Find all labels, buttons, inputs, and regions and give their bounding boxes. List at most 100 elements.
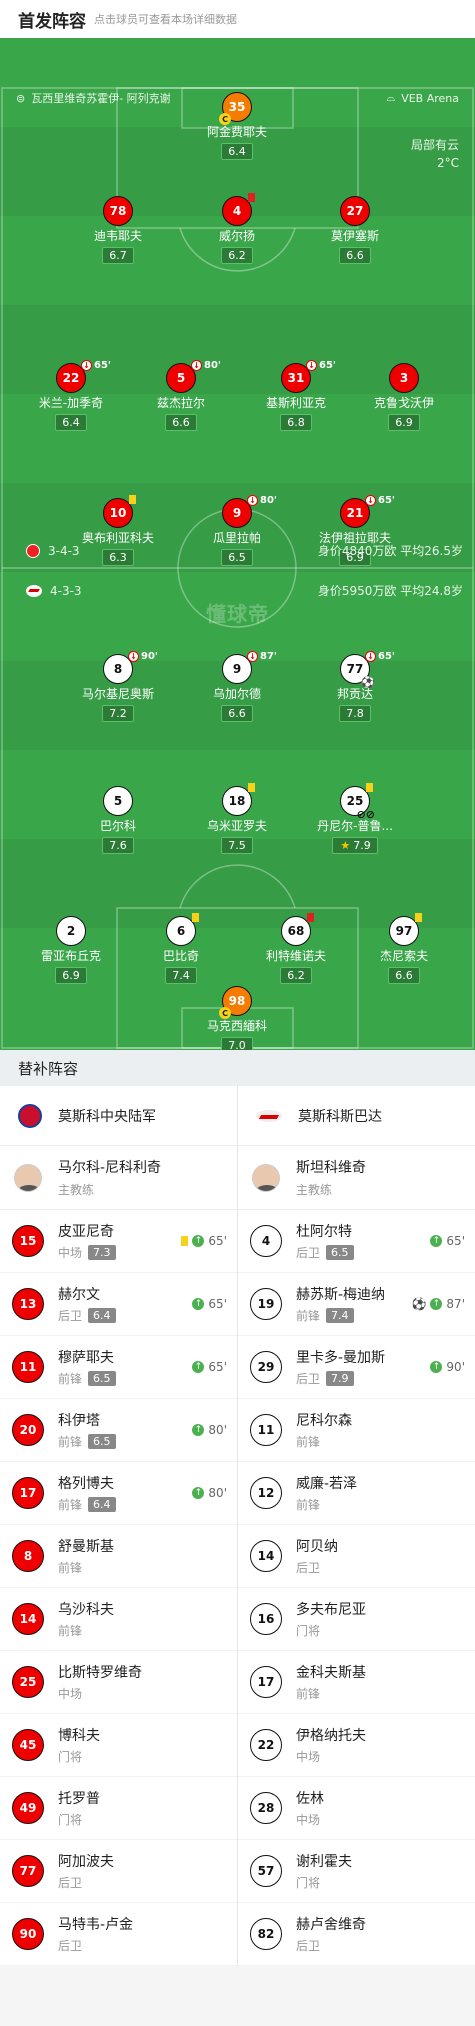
player-name: 赫苏斯-梅迪纳 — [296, 1287, 386, 1303]
text: 马尔科-尼科利奇 主教练 — [58, 1157, 161, 1198]
player-number: 4 — [222, 193, 255, 226]
away-coach[interactable]: 斯坦科维奇 主教练 — [238, 1146, 475, 1210]
home-bench-team[interactable]: 莫斯科中央陆军 — [0, 1086, 237, 1146]
player-number: 29 — [250, 1351, 282, 1383]
player-rating: 6.7 — [102, 247, 134, 264]
bench-row[interactable]: 20 科伊塔 前锋 6.5 ↑ 80' — [0, 1399, 237, 1462]
player-position-line: 门将 — [296, 1874, 465, 1891]
away-player-25[interactable]: 25 ⊘⊘ 丹尼尔-普鲁... ★ 7.9 — [290, 783, 420, 854]
player-number: 97 — [389, 913, 422, 946]
player-number: 19 — [250, 1288, 282, 1320]
player-name: 尼科尔森 — [296, 1413, 352, 1429]
bench-row[interactable]: 49 托罗普 门将 — [0, 1777, 237, 1840]
bench-row[interactable]: 77 阿加波夫 后卫 — [0, 1840, 237, 1903]
player-number: 16 — [250, 1603, 282, 1635]
player-info: 托罗普 门将 — [58, 1788, 227, 1828]
home-player-4[interactable]: 4 威尔扬 6.2 — [172, 193, 302, 264]
bench-row[interactable]: 29 里卡多-曼加斯 后卫 7.9 ↑ 90' — [238, 1336, 475, 1399]
home-team-summary: 3-4-3 身价4840万欧 平均26.5岁 — [26, 542, 463, 559]
away-player-9[interactable]: 9 ↓ 87' 乌加尔德 6.6 — [172, 651, 302, 722]
bench-row[interactable]: 28 佐林 中场 — [238, 1777, 475, 1840]
text: 门将 — [296, 1624, 321, 1638]
bench-row[interactable]: 13 赫尔文 后卫 6.4 ↑ 65' — [0, 1273, 237, 1336]
coach-avatar — [252, 1163, 280, 1192]
away-player-18[interactable]: 18 乌米亚罗夫 7.5 — [172, 783, 302, 854]
sub-in-icon: ↑ — [430, 1361, 443, 1373]
weather-desc: 局部有云 — [410, 138, 459, 152]
bench-row[interactable]: 90 马特韦-卢金 后卫 — [0, 1903, 237, 1966]
bench-row[interactable]: 4 杜阿尔特 后卫 6.5 ↑ 65' — [238, 1210, 475, 1273]
player-info: 科伊塔 前锋 6.5 — [58, 1410, 192, 1450]
away-player-97[interactable]: 97 杰尼索夫 6.6 — [339, 913, 469, 984]
bench-row[interactable]: 82 赫卢舍维奇 后卫 — [238, 1903, 475, 1966]
home-coach[interactable]: 马尔科-尼科利奇 主教练 — [0, 1146, 237, 1210]
player-number: 17 — [250, 1666, 282, 1698]
bench-row[interactable]: 8 舒曼斯基 前锋 — [0, 1525, 237, 1588]
sub-in-icon: ↑ — [192, 1487, 205, 1499]
home-player-3[interactable]: 3 克鲁戈沃伊 6.9 — [339, 363, 469, 431]
player-rating: 6.5 — [88, 1434, 116, 1449]
bench-row[interactable]: 19 赫苏斯-梅迪纳 前锋 7.4 ⚽ ↑ 87' — [238, 1273, 475, 1336]
bench-row[interactable]: 11 尼科尔森 前锋 — [238, 1399, 475, 1462]
home-value: 身价4840万欧 — [317, 544, 397, 558]
text: 中场 — [58, 1246, 83, 1260]
home-bench: 莫斯科中央陆军 马尔科-尼科利奇 主教练 15 皮亚尼奇 中场 7.3 ↑ 65' 13 赫尔… — [0, 1086, 237, 1966]
player-info: 穆萨耶夫 前锋 6.5 — [58, 1347, 192, 1387]
player-name: 皮亚尼奇 — [58, 1224, 114, 1240]
player-rating: 6.4 — [88, 1497, 116, 1512]
sub-out-info: ↓ 80' — [191, 360, 221, 371]
player-rating: 7.8 — [339, 705, 371, 722]
bench-row[interactable]: 25 比斯特罗维奇 中场 — [0, 1651, 237, 1714]
player-position-line: 后卫 7.9 — [296, 1370, 430, 1387]
player-number: 8 — [12, 1540, 44, 1572]
bench-row[interactable]: 17 格列博夫 前锋 6.4 ↑ 80' — [0, 1462, 237, 1525]
text: 前锋 — [58, 1561, 83, 1575]
text: 65' — [446, 1234, 465, 1248]
player-position-line: 后卫 6.4 — [58, 1307, 192, 1324]
bench-row[interactable]: 14 阿贝纳 后卫 — [238, 1525, 475, 1588]
player-name: 杰尼索夫 — [379, 949, 428, 963]
player-rating: 6.4 — [221, 143, 253, 160]
text: 中场 — [296, 1813, 321, 1827]
home-player-27[interactable]: 27 莫伊塞斯 6.6 — [290, 196, 420, 264]
player-name: 威廉-若泽 — [296, 1476, 358, 1492]
player-name: 伊格纳托夫 — [296, 1728, 366, 1744]
away-player-8[interactable]: 8 ↓ 90' 马尔基尼奥斯 7.2 — [53, 651, 183, 722]
bench-row[interactable]: 15 皮亚尼奇 中场 7.3 ↑ 65' — [0, 1210, 237, 1273]
cska-logo-icon — [18, 1103, 42, 1128]
bench-row[interactable]: 57 谢利霍夫 门将 — [238, 1840, 475, 1903]
bench-row[interactable]: 17 金科夫斯基 前锋 — [238, 1651, 475, 1714]
player-name: 金科夫斯基 — [296, 1665, 366, 1681]
bench-row[interactable]: 12 威廉-若泽 前锋 — [238, 1462, 475, 1525]
home-player-35[interactable]: 35 C 阿金费耶夫 6.4 — [172, 92, 302, 160]
player-rating: 6.5 — [88, 1371, 116, 1386]
text: 前锋 — [58, 1435, 83, 1449]
player-position-line: 后卫 — [58, 1937, 227, 1954]
player-name: 赫卢舍维奇 — [296, 1917, 366, 1933]
away-player-77[interactable]: 77 ↓ 65' ⚽ 邦贡达 7.8 — [290, 651, 420, 722]
text: 后卫 — [58, 1309, 83, 1323]
away-bench-team[interactable]: 莫斯科斯巴达 — [238, 1086, 475, 1146]
spartak-logo-icon — [256, 1107, 282, 1125]
away-player-5[interactable]: 5 巴尔科 7.6 — [53, 786, 183, 854]
away-player-6[interactable]: 6 巴比奇 7.4 — [116, 913, 246, 984]
bench-row[interactable]: 16 多夫布尼亚 门将 — [238, 1588, 475, 1651]
watermark: 懂球帝 — [206, 602, 269, 626]
home-player-78[interactable]: 78 迪韦耶夫 6.7 — [53, 196, 183, 264]
away-player-98[interactable]: 98 C 马克西緬科 7.0 — [172, 986, 302, 1050]
player-number: 10 — [103, 495, 136, 528]
yellow-card-icon — [129, 495, 136, 504]
player-name: 马特韦-卢金 — [58, 1917, 134, 1933]
bench-row[interactable]: 11 穆萨耶夫 前锋 6.5 ↑ 65' — [0, 1336, 237, 1399]
bench-row[interactable]: 14 乌沙科夫 前锋 — [0, 1588, 237, 1651]
bench-row[interactable]: 45 博科夫 门将 — [0, 1714, 237, 1777]
bench-row[interactable]: 22 伊格纳托夫 中场 — [238, 1714, 475, 1777]
player-position-line: 前锋 — [296, 1496, 465, 1513]
player-name: 乌沙科夫 — [58, 1602, 114, 1618]
home-player-5[interactable]: 5 ↓ 80' 兹杰拉尔 6.6 — [116, 360, 246, 431]
text: 中场 — [58, 1687, 83, 1701]
player-info: 马特韦-卢金后卫 — [58, 1914, 227, 1954]
player-rating: 6.9 — [55, 967, 87, 984]
player-number: 35 C — [219, 92, 252, 125]
text: 后卫 — [296, 1561, 321, 1575]
